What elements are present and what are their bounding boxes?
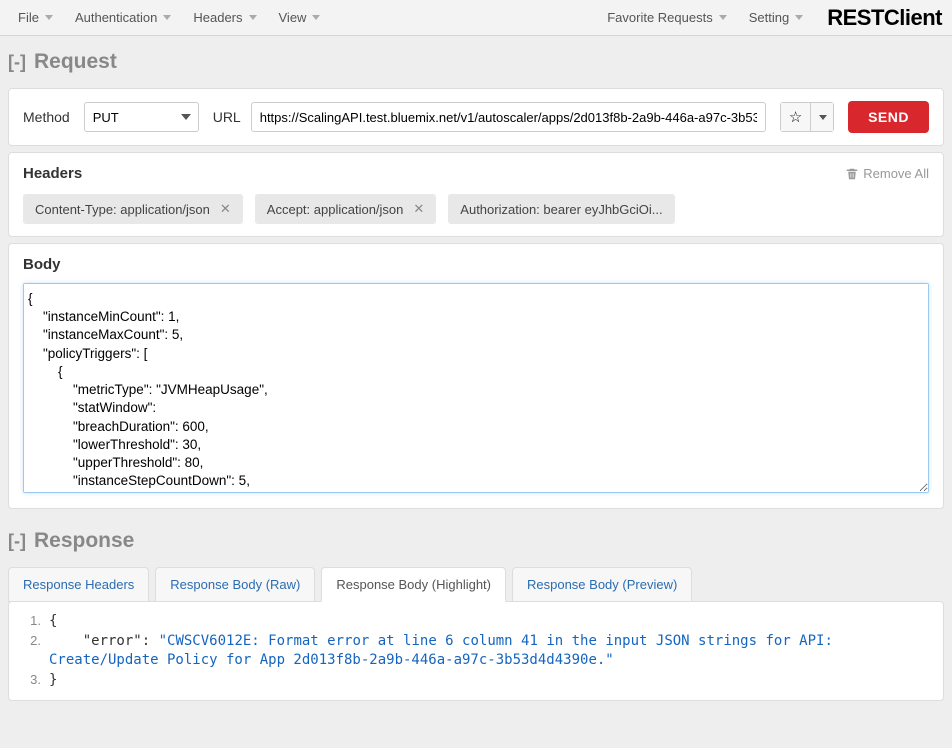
menu-setting-label: Setting [749, 10, 789, 25]
code-token: { [49, 613, 57, 629]
code-line: 1. { [15, 612, 937, 632]
caret-down-icon [819, 115, 827, 120]
caret-down-icon [163, 15, 171, 20]
brand-logo: RESTClient [827, 5, 942, 31]
menu-view-label: View [279, 10, 307, 25]
favorite-star-button[interactable]: ☆ [781, 103, 811, 131]
header-tag-label: Authorization: bearer eyJhbGciOi... [460, 202, 662, 217]
url-input[interactable] [251, 102, 766, 132]
menu-authentication[interactable]: Authentication [67, 4, 179, 31]
line-number: 2. [15, 632, 49, 671]
method-select[interactable]: PUT [84, 102, 199, 132]
headers-panel: Headers Remove All Content-Type: applica… [8, 152, 944, 237]
response-section-header: [-] Response [0, 515, 952, 561]
header-tag-label: Content-Type: application/json [35, 202, 210, 217]
method-label: Method [23, 109, 70, 125]
response-tabs: Response Headers Response Body (Raw) Res… [8, 567, 944, 602]
menu-file-label: File [18, 10, 39, 25]
tab-response-body-raw[interactable]: Response Body (Raw) [155, 567, 315, 602]
tab-response-body-preview[interactable]: Response Body (Preview) [512, 567, 692, 602]
send-button[interactable]: SEND [848, 101, 929, 133]
caret-down-icon [45, 15, 53, 20]
header-tag-label: Accept: application/json [267, 202, 404, 217]
remove-all-label: Remove All [863, 166, 929, 181]
method-select-wrap: PUT [84, 102, 199, 132]
menu-favorite-requests[interactable]: Favorite Requests [599, 4, 735, 31]
menu-fav-label: Favorite Requests [607, 10, 713, 25]
code-token: } [49, 672, 57, 688]
favorite-group: ☆ [780, 102, 834, 132]
remove-all-button[interactable]: Remove All [846, 166, 929, 181]
tab-response-body-highlight[interactable]: Response Body (Highlight) [321, 567, 506, 602]
code-line: 2. "error": "CWSCV6012E: Format error at… [15, 632, 937, 671]
menu-setting[interactable]: Setting [741, 4, 811, 31]
request-section-title: Request [34, 50, 117, 74]
menu-headers[interactable]: Headers [185, 4, 264, 31]
line-number: 1. [15, 612, 49, 632]
header-tags: Content-Type: application/json ✕ Accept:… [23, 194, 929, 224]
code-token-key: "error" [83, 633, 142, 649]
collapse-toggle-request[interactable]: [-] [8, 52, 26, 73]
headers-panel-header: Headers Remove All [23, 165, 929, 182]
close-icon[interactable]: ✕ [220, 201, 231, 217]
header-tag-authorization[interactable]: Authorization: bearer eyJhbGciOi... [448, 194, 674, 224]
collapse-toggle-response[interactable]: [-] [8, 531, 26, 552]
header-tag-accept[interactable]: Accept: application/json ✕ [255, 194, 437, 224]
url-group: URL [213, 102, 766, 132]
close-icon[interactable]: ✕ [413, 201, 424, 217]
line-number: 3. [15, 671, 49, 691]
caret-down-icon [719, 15, 727, 20]
menubar-right: Favorite Requests Setting RESTClient [599, 4, 942, 31]
tab-response-headers[interactable]: Response Headers [8, 567, 149, 602]
body-panel: Body [8, 243, 944, 509]
caret-down-icon [312, 15, 320, 20]
menubar-left: File Authentication Headers View [10, 4, 328, 31]
menu-headers-label: Headers [193, 10, 242, 25]
url-label: URL [213, 109, 241, 125]
headers-title: Headers [23, 165, 82, 182]
code-line: 3. } [15, 671, 937, 691]
caret-down-icon [795, 15, 803, 20]
favorite-dropdown-button[interactable] [811, 103, 833, 131]
request-section-header: [-] Request [0, 36, 952, 82]
menubar: File Authentication Headers View Favorit… [0, 0, 952, 36]
code-token: : [142, 633, 159, 649]
caret-down-icon [249, 15, 257, 20]
menu-auth-label: Authentication [75, 10, 157, 25]
code-token-string: "CWSCV6012E: Format error at line 6 colu… [49, 633, 841, 669]
response-body-panel: 1. { 2. "error": "CWSCV6012E: Format err… [8, 601, 944, 701]
header-tag-content-type[interactable]: Content-Type: application/json ✕ [23, 194, 243, 224]
request-panel: Method PUT URL ☆ SEND [8, 88, 944, 146]
response-section-title: Response [34, 529, 134, 553]
request-row: Method PUT URL ☆ SEND [23, 101, 929, 133]
menu-file[interactable]: File [10, 4, 61, 31]
star-icon: ☆ [789, 108, 802, 126]
response-code: 1. { 2. "error": "CWSCV6012E: Format err… [15, 612, 937, 690]
menu-view[interactable]: View [271, 4, 329, 31]
body-title: Body [23, 256, 929, 273]
request-body-input[interactable] [23, 283, 929, 493]
trash-icon [846, 167, 858, 181]
